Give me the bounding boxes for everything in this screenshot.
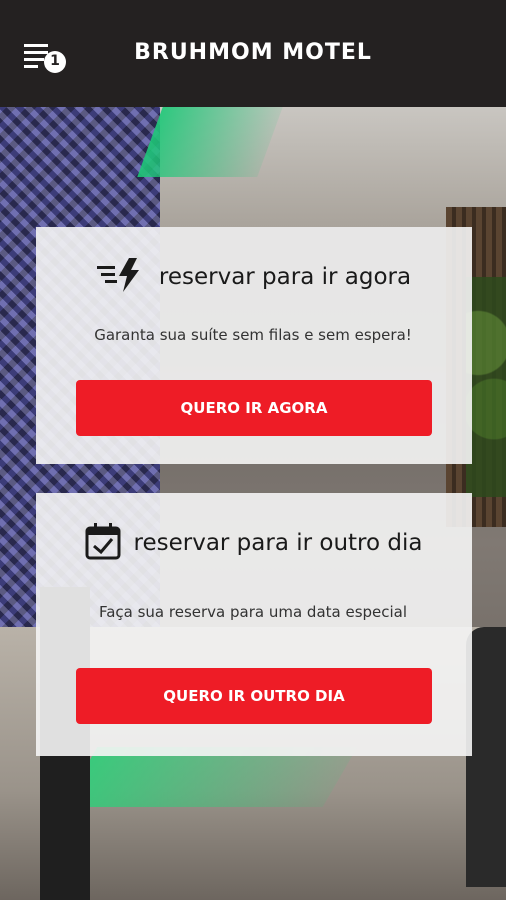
reserve-later-subtitle: Faça sua reserva para uma data especial — [98, 603, 408, 621]
calendar-check-icon — [84, 522, 122, 564]
fast-lightning-icon — [95, 256, 147, 298]
chair — [466, 627, 506, 887]
quero-ir-outro-dia-button[interactable]: QUERO IR OUTRO DIA — [76, 668, 432, 724]
green-floor-light — [62, 747, 358, 807]
green-led-light — [137, 107, 283, 177]
reserve-now-subtitle: Garanta sua suíte sem filas e sem espera… — [94, 326, 412, 344]
plant-wall — [466, 277, 506, 497]
quero-ir-agora-button[interactable]: QUERO IR AGORA — [76, 380, 432, 436]
reserve-now-title: reservar para ir agora — [158, 264, 412, 290]
app-header: 1 BRUHMOM MOTEL — [0, 0, 506, 107]
reserve-now-header: reservar para ir agora — [0, 256, 506, 298]
reserve-later-header: reservar para ir outro dia — [0, 522, 506, 564]
app-title: BRUHMOM MOTEL — [134, 40, 372, 65]
reserve-later-title: reservar para ir outro dia — [133, 530, 423, 556]
